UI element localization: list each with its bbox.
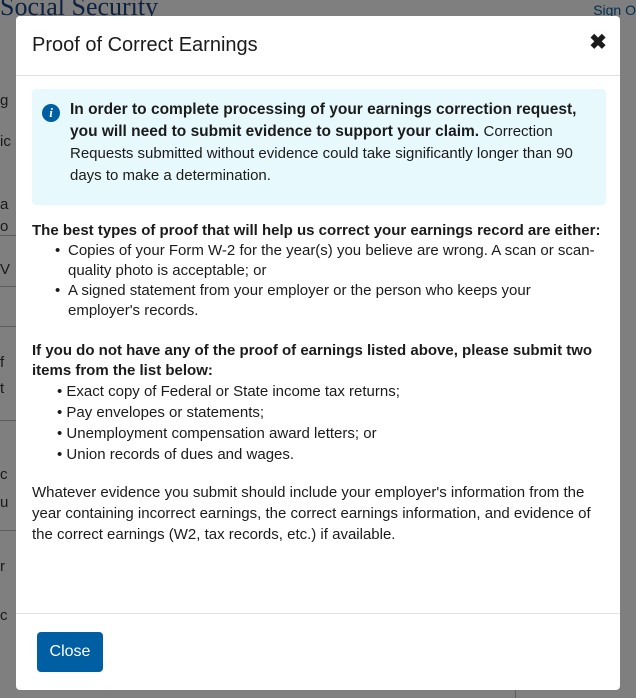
proof-section: The best types of proof that will help u…: [32, 221, 606, 321]
modal-body: i In order to complete processing of you…: [32, 89, 606, 545]
list-item: • Pay envelopes or statements;: [57, 404, 265, 421]
proof-list: Copies of your Form W-2 for the year(s) …: [54, 241, 606, 321]
close-button[interactable]: Close: [37, 632, 103, 672]
info-alert: i In order to complete processing of you…: [32, 89, 606, 205]
list-item: A signed statement from your employer or…: [54, 281, 606, 321]
alternate-proof-section: If you do not have any of the proof of e…: [32, 341, 606, 465]
proof-of-earnings-modal: Proof of Correct Earnings ✖ i In order t…: [16, 16, 620, 690]
list-item: • Exact copy of Federal or State income …: [57, 383, 400, 400]
alternate-proof-list: • Exact copy of Federal or State income …: [57, 381, 606, 465]
modal-header: Proof of Correct Earnings ✖: [16, 16, 620, 76]
list-item: • Unemployment compensation award letter…: [57, 425, 377, 442]
alternate-proof-heading: If you do not have any of the proof of e…: [32, 342, 593, 379]
modal-title: Proof of Correct Earnings: [32, 34, 258, 56]
info-circle-icon: i: [42, 104, 60, 122]
proof-heading: The best types of proof that will help u…: [32, 222, 601, 239]
close-x-icon[interactable]: ✖: [588, 32, 608, 54]
closing-paragraph: Whatever evidence you submit should incl…: [32, 484, 591, 543]
modal-footer: Close: [16, 613, 620, 690]
list-item: Copies of your Form W-2 for the year(s) …: [54, 241, 606, 281]
list-item: • Union records of dues and wages.: [57, 446, 295, 463]
